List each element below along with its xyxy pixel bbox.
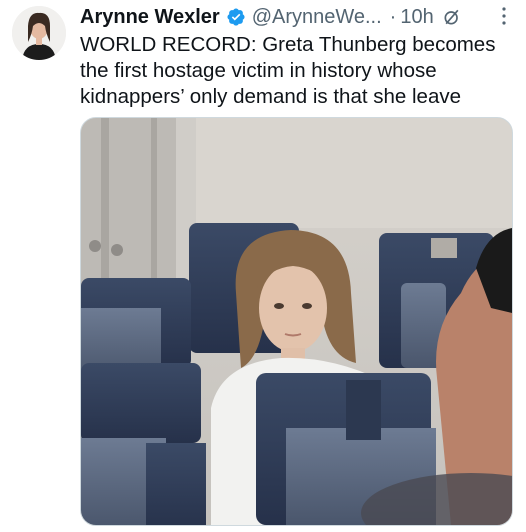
tweet-media[interactable] <box>80 117 513 526</box>
video-still-image <box>81 118 512 525</box>
separator-dot: · <box>389 5 397 28</box>
grok-icon[interactable] <box>442 7 462 27</box>
tweet-text-line: WORLD RECORD: Greta Thunberg becomes <box>80 33 496 56</box>
verified-badge-icon <box>227 8 245 26</box>
tweet-header: Arynne Wexler @ArynneWe... · 10h <box>80 4 516 30</box>
tweet-text-line: kidnappers’ only demand is that she leav… <box>80 85 462 108</box>
avatar-image <box>12 6 66 60</box>
tweet[interactable]: Arynne Wexler @ArynneWe... · 10h WORLD R… <box>0 0 526 532</box>
author-name[interactable]: Arynne Wexler <box>80 6 220 29</box>
timestamp[interactable]: 10h <box>400 6 433 29</box>
tweet-text-line: the first hostage victim in history whos… <box>80 59 437 82</box>
avatar[interactable] <box>12 6 66 60</box>
tweet-text: WORLD RECORD: Greta Thunberg becomes the… <box>80 32 520 110</box>
more-icon[interactable] <box>494 6 514 26</box>
author-handle[interactable]: @ArynneWe... <box>252 6 382 29</box>
